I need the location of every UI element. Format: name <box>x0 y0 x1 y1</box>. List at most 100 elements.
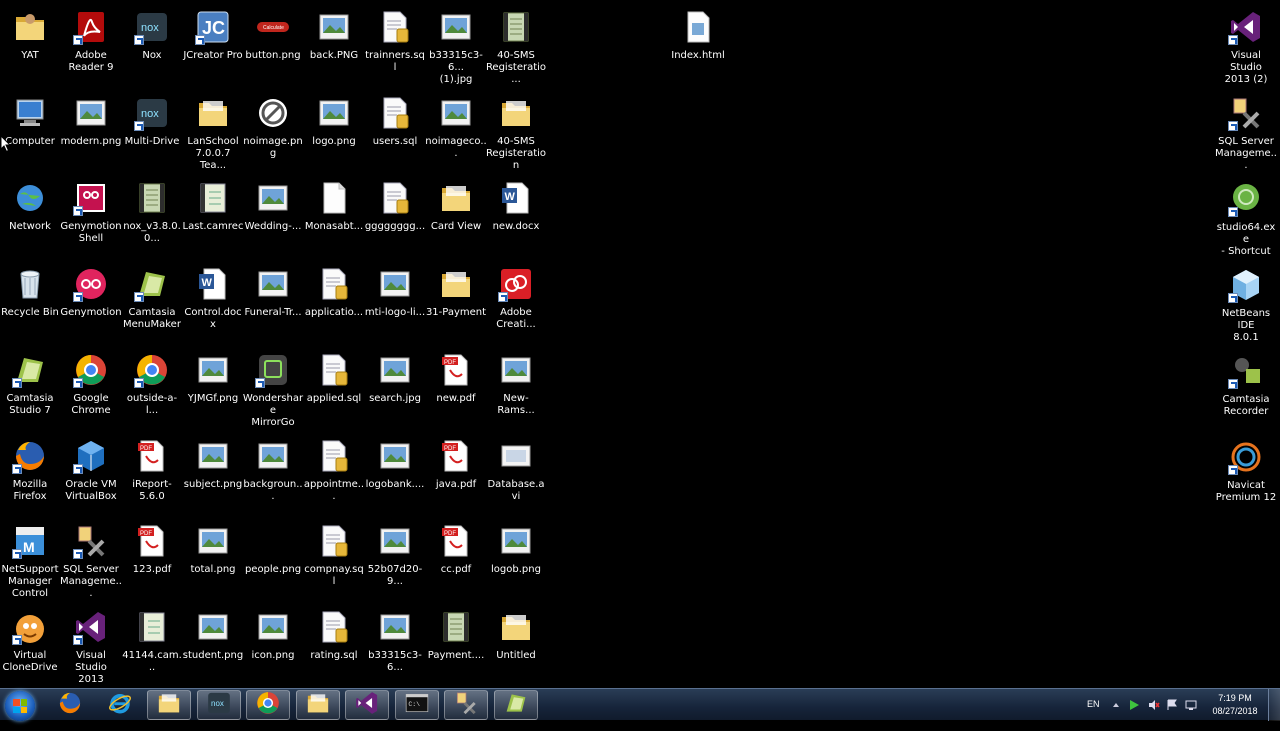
desktop-icon-applicatio[interactable]: applicatio... <box>304 261 364 347</box>
desktop-icon-last-camrec[interactable]: Last.camrec <box>183 175 243 261</box>
volume-muted-icon[interactable] <box>1148 699 1160 711</box>
desktop-icon-database-avi[interactable]: Database.avi <box>486 433 546 519</box>
desktop-icon-visual-studio-2013-2[interactable]: Visual Studio 2013 (2) <box>1216 4 1276 90</box>
desktop-icon-control-docx[interactable]: W Control.docx <box>183 261 243 347</box>
desktop-icon-40-sms-registeration[interactable]: 40-SMS Registeration <box>486 90 546 176</box>
desktop-icon-yjmgf-png[interactable]: YJMGf.png <box>183 347 243 433</box>
desktop-icon-sql-server-manageme[interactable]: SQL Server Manageme... <box>60 518 122 604</box>
desktop-icon-label: Last.camrec <box>182 221 244 232</box>
desktop-icon-40-sms-registeratio[interactable]: 40-SMS Registeratio... <box>486 4 546 90</box>
desktop-icon-card-view[interactable]: Card View <box>426 175 486 261</box>
desktop-icon-java-pdf[interactable]: PDF java.pdf <box>426 433 486 519</box>
shortcut-arrow-icon <box>1228 121 1238 131</box>
desktop-icon-123-pdf[interactable]: PDF 123.pdf <box>122 518 182 604</box>
show-hidden-icons-icon[interactable] <box>1110 699 1122 711</box>
desktop-icon-camtasia-studio-7[interactable]: Camtasia Studio 7 <box>0 347 60 433</box>
desktop-icon-computer[interactable]: Computer <box>0 90 60 176</box>
desktop-icon-mozilla-firefox[interactable]: Mozilla Firefox <box>0 433 60 519</box>
desktop-icon-studio64-exe-shortcut[interactable]: studio64.exe - Shortcut <box>1216 176 1276 262</box>
chrome-taskbar-button[interactable] <box>246 690 290 720</box>
explorer-taskbar-button[interactable] <box>147 690 191 720</box>
desktop-icon-52b07d20-9[interactable]: 52b07d20-9... <box>365 518 425 604</box>
sql-server-taskbar-button[interactable] <box>444 690 488 720</box>
desktop-icon-rating-sql[interactable]: rating.sql <box>304 604 364 690</box>
desktop-icon-b33315c3-6-1-jpg[interactable]: b33315c3-6... (1).jpg <box>426 4 486 90</box>
desktop-icon-google-chrome[interactable]: Google Chrome <box>61 347 121 433</box>
language-indicator[interactable]: EN <box>1087 699 1100 731</box>
desktop-icon-wondershare-mirrorgo[interactable]: Wondershare MirrorGo <box>243 347 303 433</box>
desktop-icon-gggggggg[interactable]: gggggggg... <box>365 175 425 261</box>
desktop-icon-ireport-5-6-0[interactable]: PDF iReport-5.6.0 <box>122 433 182 519</box>
desktop-icon-netsupport-manager-control[interactable]: M NetSupport Manager Control <box>0 518 60 604</box>
desktop-icon-virtual-clonedrive[interactable]: Virtual CloneDrive <box>0 604 60 690</box>
desktop-icon-adobe-reader-9[interactable]: Adobe Reader 9 <box>61 4 121 90</box>
desktop-icon-wedding[interactable]: Wedding-... <box>243 175 303 261</box>
desktop-icon-appointme[interactable]: appointme... <box>304 433 364 519</box>
desktop-icon-monasabt[interactable]: Monasabt... <box>304 175 364 261</box>
desktop-icon-new-docx[interactable]: Wnew.docx <box>486 175 546 261</box>
cmd-taskbar-button[interactable]: C:\ <box>394 690 439 720</box>
desktop-icon-genymotion-shell[interactable]: Genymotion Shell <box>60 175 122 261</box>
start-button[interactable] <box>5 691 35 721</box>
desktop-icon-people-png[interactable]: people.png <box>243 518 303 604</box>
desktop-icon-b33315c3-6[interactable]: b33315c3-6... <box>365 604 425 690</box>
desktop-icon-cc-pdf[interactable]: PDF cc.pdf <box>426 518 486 604</box>
desktop-icon-users-sql[interactable]: users.sql <box>365 90 425 176</box>
visual-studio-taskbar-button[interactable] <box>345 690 389 720</box>
desktop-icon-logobank[interactable]: logobank.... <box>365 433 425 519</box>
desktop-icon-total-png[interactable]: total.png <box>183 518 243 604</box>
desktop-icon-compnay-sql[interactable]: compnay.sql <box>304 518 364 604</box>
desktop-icon-new-pdf[interactable]: PDF new.pdf <box>426 347 486 433</box>
desktop-icon-logo-png[interactable]: logo.png <box>304 90 364 176</box>
desktop-icon-sql-server-manageme[interactable]: SQL Server Manageme... <box>1215 90 1277 176</box>
system-clock[interactable]: 7:19 PM 08/27/2018 <box>1206 692 1264 718</box>
desktop-icon-navicat-premium-12[interactable]: Navicat Premium 12 <box>1216 434 1276 520</box>
desktop-icon-index-html[interactable]: Index.html <box>668 4 728 90</box>
desktop-icon-icon-png[interactable]: icon.png <box>243 604 303 690</box>
firefox-taskbar-button[interactable] <box>48 690 92 720</box>
desktop-icon-adobe-creati[interactable]: Adobe Creati... <box>486 261 546 347</box>
internet-explorer-taskbar-button[interactable] <box>98 690 142 720</box>
desktop-icon-noimageco[interactable]: noimageco... <box>425 90 487 176</box>
desktop-icon-trainners-sql[interactable]: trainners.sql <box>365 4 425 90</box>
desktop-icon-41144-cam[interactable]: 41144.cam... <box>122 604 182 690</box>
desktop-icon-backgroun[interactable]: backgroun... <box>243 433 303 519</box>
desktop-icon-subject-png[interactable]: subject.png <box>183 433 243 519</box>
desktop-icon-untitled[interactable]: Untitled <box>486 604 546 690</box>
desktop-icon-noimage-png[interactable]: noimage.png <box>243 90 303 176</box>
desktop-icon-button-png[interactable]: Calculate button.png <box>243 4 303 90</box>
desktop-icon-logob-png[interactable]: logob.png <box>486 518 546 604</box>
network-status-icon[interactable] <box>1185 699 1197 711</box>
desktop-icon-applied-sql[interactable]: applied.sql <box>304 347 364 433</box>
desktop-icon-yat[interactable]: YAT <box>0 4 60 90</box>
desktop-icon-modern-png[interactable]: modern.png <box>61 90 121 176</box>
desktop-icon-camtasia-menumaker[interactable]: Camtasia MenuMaker <box>122 261 182 347</box>
desktop-icon-search-jpg[interactable]: search.jpg <box>365 347 425 433</box>
desktop-icon-mti-logo-li[interactable]: mti-logo-li... <box>365 261 425 347</box>
desktop-icon-lanschool-7-0-0-7-tea[interactable]: LanSchool 7.0.0.7 Tea... <box>183 90 243 176</box>
camtasia-taskbar-button[interactable] <box>493 690 538 720</box>
desktop-icon-recycle-bin[interactable]: Recycle Bin <box>0 261 60 347</box>
desktop-icon-visual-studio-2013[interactable]: Visual Studio 2013 <box>61 604 121 690</box>
desktop-icon-genymotion[interactable]: Genymotion <box>60 261 122 347</box>
desktop-icon-oracle-vm-virtualbox[interactable]: Oracle VM VirtualBox <box>61 433 121 519</box>
desktop-icon-jcreator-pro[interactable]: JC JCreator Pro <box>183 4 243 90</box>
desktop-icon-multi-drive[interactable]: nox Multi-Drive <box>122 90 182 176</box>
desktop-icon-student-png[interactable]: student.png <box>183 604 243 690</box>
desktop-icon-back-png[interactable]: back.PNG <box>304 4 364 90</box>
show-desktop-button[interactable] <box>1268 689 1280 721</box>
desktop-icon-nox-v3-8-0-0[interactable]: nox_v3.8.0.0... <box>122 175 182 261</box>
desktop-icon-funeral-tr[interactable]: Funeral-Tr... <box>243 261 303 347</box>
desktop-icon-outside-a-l[interactable]: outside-a-l... <box>122 347 182 433</box>
desktop-icon-31-payment[interactable]: 31-Payment <box>426 261 486 347</box>
desktop-icon-camtasia-recorder[interactable]: Camtasia Recorder <box>1216 348 1276 434</box>
action-center-flag-icon[interactable] <box>1166 699 1178 711</box>
nox-taskbar-button[interactable]: nox <box>196 690 241 720</box>
desktop-icon-netbeans-ide-8-0-1[interactable]: NetBeans IDE 8.0.1 <box>1216 262 1276 348</box>
desktop-icon-network[interactable]: Network <box>0 175 60 261</box>
desktop-icon-payment[interactable]: Payment.... <box>426 604 486 690</box>
documents-taskbar-button[interactable] <box>295 690 340 720</box>
desktop-icon-new-rams[interactable]: New-Rams... <box>486 347 546 433</box>
desktop-icon-nox[interactable]: nox Nox <box>122 4 182 90</box>
media-play-icon[interactable] <box>1128 699 1140 711</box>
